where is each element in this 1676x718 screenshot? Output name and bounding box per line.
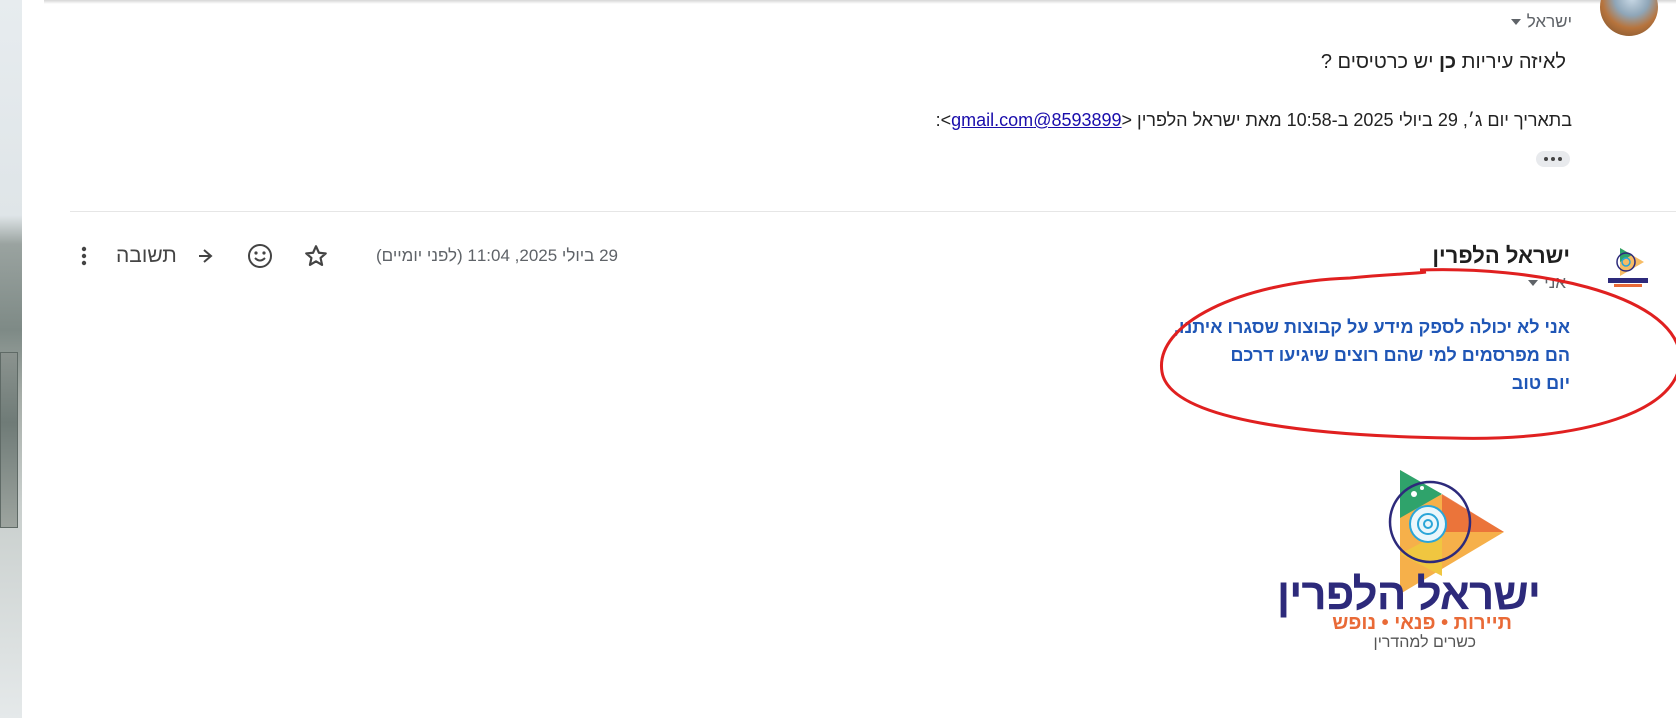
ellipsis-dot (1551, 157, 1555, 161)
emoji-icon[interactable] (247, 242, 273, 270)
recipient-label: ישראל (1526, 12, 1572, 31)
reply-icon (198, 249, 213, 263)
email-link[interactable]: 8593899@gmail.com (951, 110, 1121, 130)
background-photo (0, 352, 18, 528)
star-icon[interactable] (303, 242, 329, 270)
message-date: 29 ביולי 2025, 11:04 (לפני יומיים) (376, 246, 618, 265)
quote-suffix: >: (935, 110, 952, 130)
ellipsis-icon (1544, 157, 1548, 161)
body-text: יש כרטיסים ? (1320, 51, 1434, 73)
toolbar-shadow (44, 0, 1676, 4)
reply-label: תשובה (116, 244, 177, 267)
show-trimmed-content-button[interactable] (1536, 151, 1570, 167)
recipient-dropdown[interactable]: ישראל (1510, 12, 1572, 32)
ellipsis-dot (1558, 157, 1562, 161)
message-actions: תשובה (74, 242, 329, 270)
email-thread: ישראל לאיזה עיריות כן יש כרטיסים ? בתארי… (22, 0, 1676, 718)
quote-prefix: בתאריך יום ג׳, 29 ביולי 2025 ב-10:58 מאת… (1121, 110, 1572, 130)
logo-subtitle: כשרים למהדרין (1373, 634, 1476, 651)
body-bold-text: כן (1438, 51, 1457, 73)
quote-header: בתאריך יום ג׳, 29 ביולי 2025 ב-10:58 מאת… (936, 110, 1572, 131)
body-text: לאיזה עיריות (1461, 51, 1566, 73)
sender-avatar[interactable] (1600, 0, 1658, 36)
logo-tagline: תיירות • פנאי • נופש (1332, 612, 1512, 634)
message-divider (70, 211, 1676, 212)
reply-button[interactable]: תשובה (116, 242, 215, 270)
red-circle-annotation (1160, 268, 1676, 440)
caret-down-icon (1510, 19, 1521, 25)
background-strip (0, 0, 22, 718)
message-body: לאיזה עיריות כן יש כרטיסים ? (1321, 51, 1566, 74)
more-vert-icon[interactable] (74, 242, 94, 270)
